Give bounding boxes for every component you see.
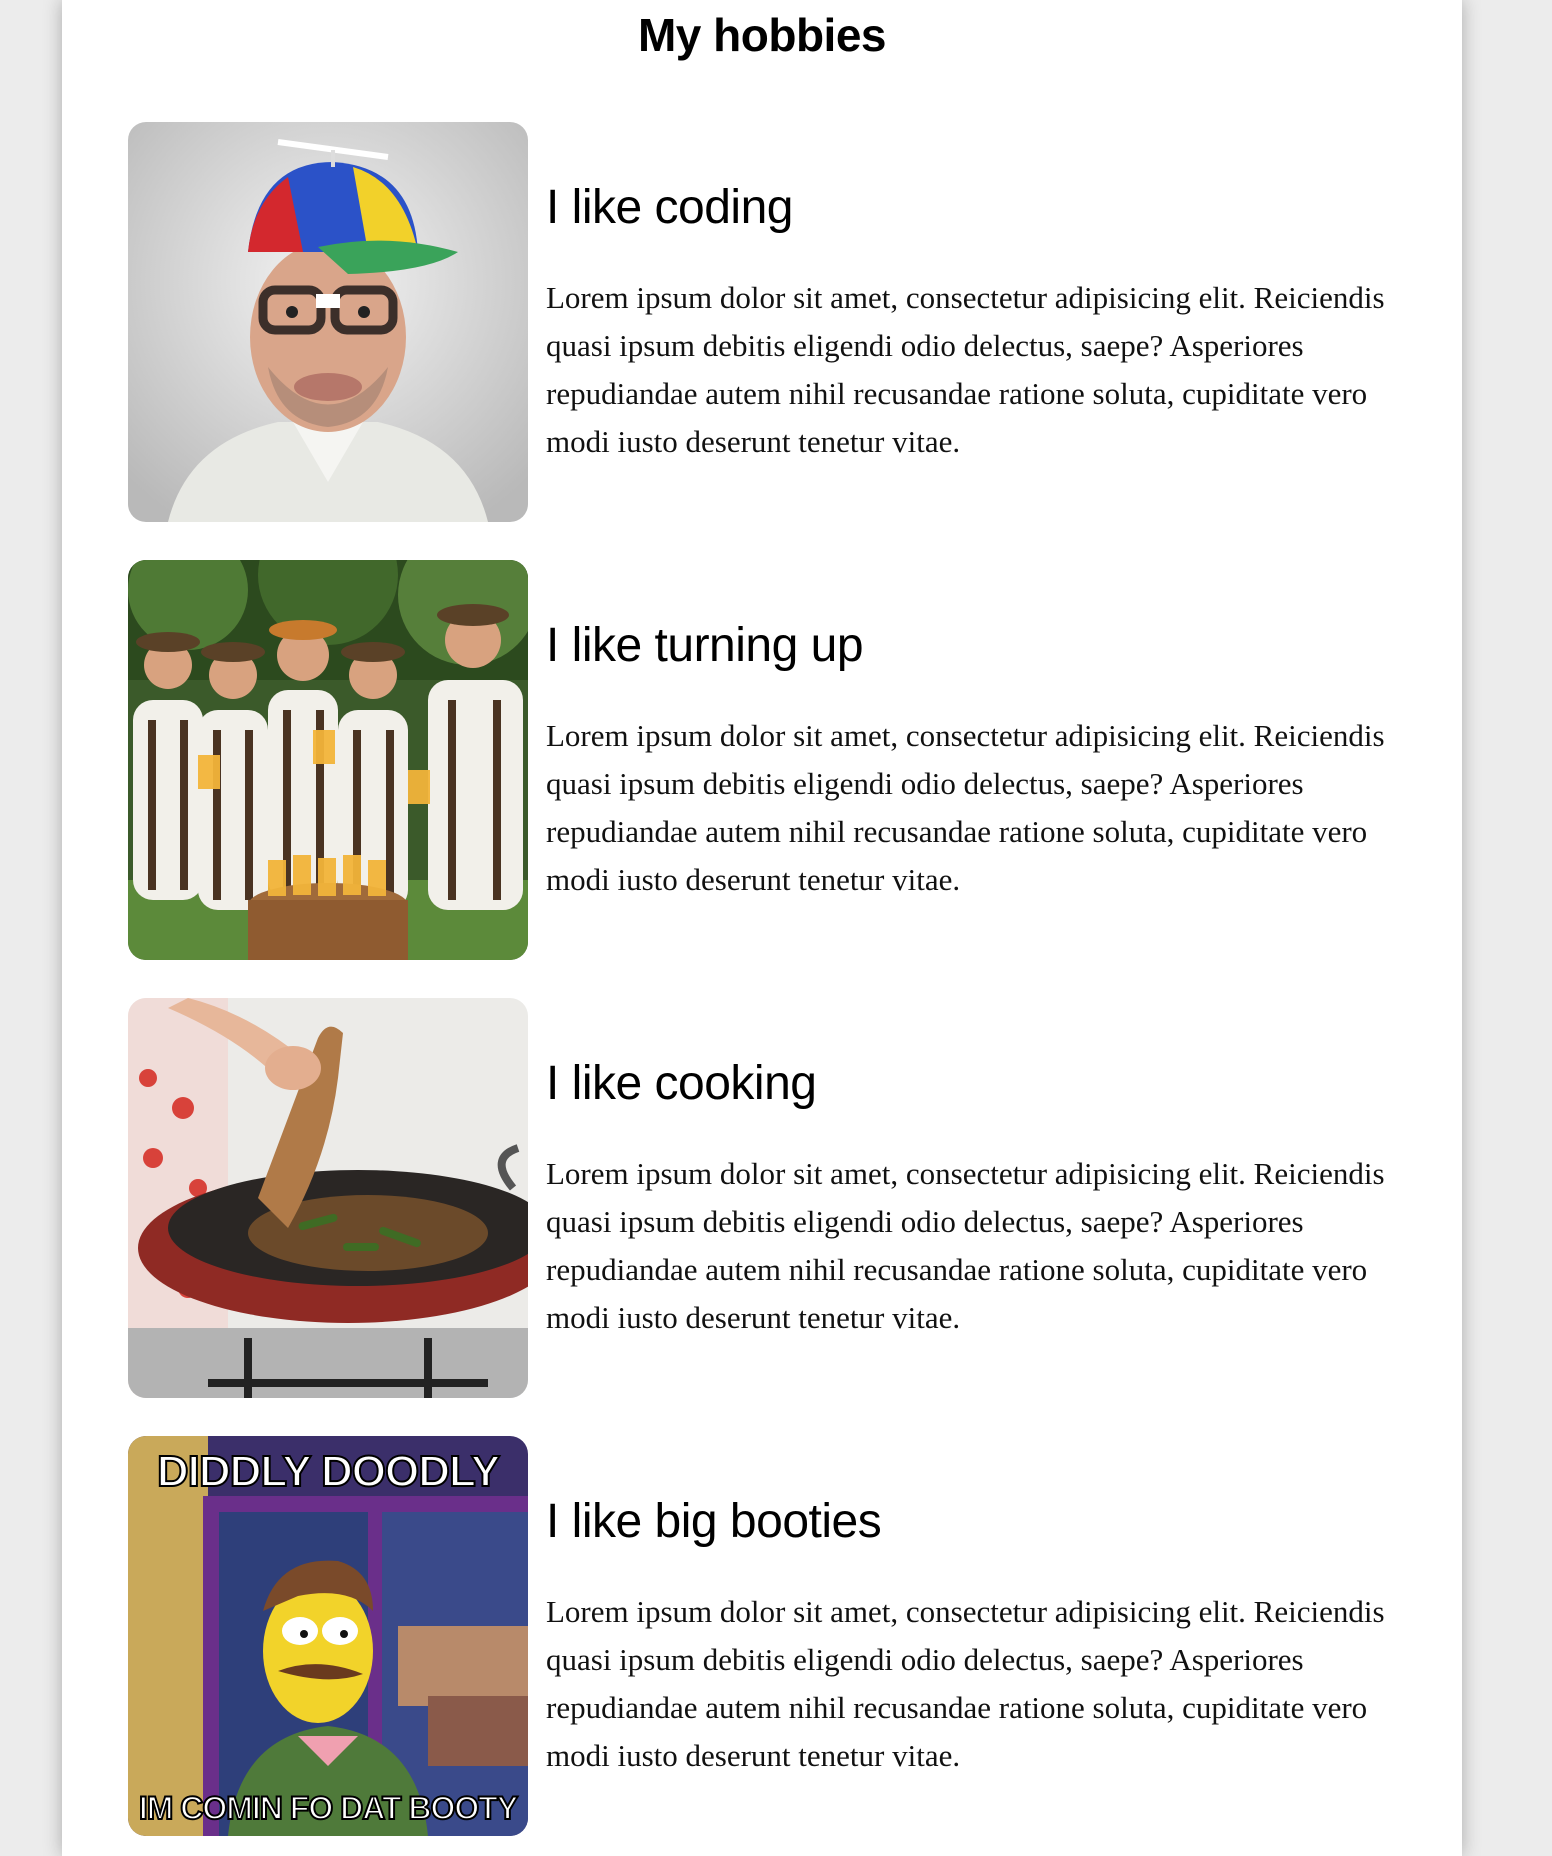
- hobby-image-cooking: [128, 998, 528, 1398]
- hobby-card-coding: I like coding Lorem ipsum dolor sit amet…: [128, 122, 1418, 522]
- hobby-card-turning-up: I like turning up Lorem ipsum dolor sit …: [128, 560, 1418, 960]
- hobby-title: I like big booties: [546, 1495, 882, 1548]
- hobby-title: I like turning up: [546, 619, 864, 672]
- page-title: My hobbies: [637, 9, 887, 61]
- hobby-card-big-booties: DIDDLY DOODLY IM COMIN FO DAT BOOTY I li…: [128, 1436, 1418, 1836]
- nerd-photo-image: [128, 122, 528, 522]
- page-container: My hobbies I like coding Lorem ipsum dol…: [62, 0, 1462, 1856]
- hobby-description: Lorem ipsum dolor sit amet, consectetur …: [546, 280, 1385, 459]
- hobby-description: Lorem ipsum dolor sit amet, consectetur …: [546, 1156, 1385, 1335]
- hobby-image-coding: [128, 122, 528, 522]
- party-photo-image: [128, 560, 528, 960]
- meme-bottom-text: IM COMIN FO DAT BOOTY: [138, 1789, 519, 1827]
- hobby-description: Lorem ipsum dolor sit amet, consectetur …: [546, 718, 1385, 897]
- hobby-title: I like cooking: [546, 1057, 817, 1110]
- hobby-card-cooking: I like cooking Lorem ipsum dolor sit ame…: [128, 998, 1418, 1398]
- hobby-description: Lorem ipsum dolor sit amet, consectetur …: [546, 1594, 1385, 1773]
- hobby-title: I like coding: [546, 181, 793, 234]
- cooking-photo-image: [128, 998, 528, 1398]
- hobby-image-meme: DIDDLY DOODLY IM COMIN FO DAT BOOTY: [128, 1436, 528, 1836]
- meme-top-text: DIDDLY DOODLY: [156, 1446, 501, 1497]
- hobby-image-turning-up: [128, 560, 528, 960]
